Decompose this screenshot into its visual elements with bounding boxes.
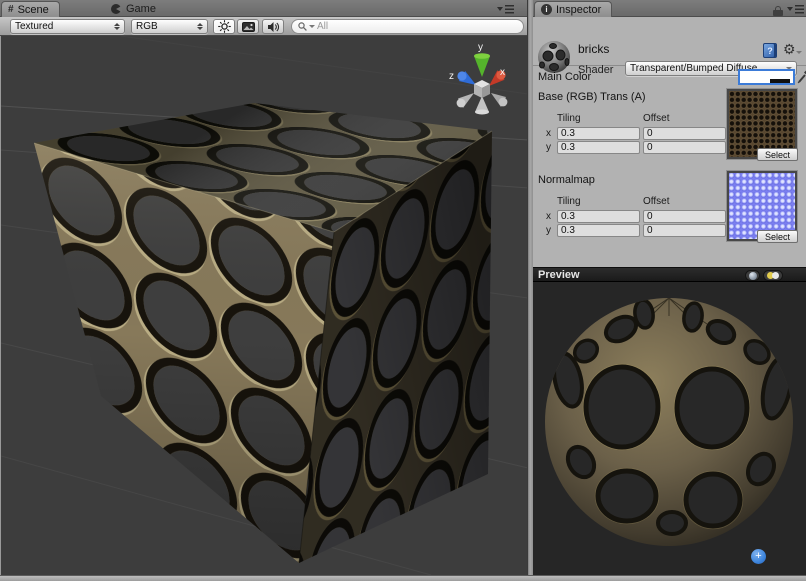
channel-mode-dropdown[interactable]: RGB (131, 19, 208, 34)
speaker-icon (267, 21, 280, 33)
normalmap-select-button[interactable]: Select (757, 230, 798, 243)
scene-tabstrip: # Scene Game (0, 0, 527, 17)
scene-overlay-button[interactable] (237, 19, 259, 34)
normalmap-y-label: y (546, 225, 551, 236)
tab-scene[interactable]: # Scene (1, 1, 60, 17)
window-bottom-edge (0, 575, 806, 581)
sphere-preview-icon (749, 272, 757, 280)
preview-title: Preview (538, 269, 580, 281)
material-header: bricks Shader Transparent/Bumped Diffuse… (533, 17, 806, 66)
normalmap-tiling-header: Tiling (557, 196, 581, 207)
base-tiling-x-field[interactable] (557, 127, 640, 140)
image-icon (242, 22, 255, 32)
base-y-label: y (546, 142, 551, 153)
info-icon: i (541, 4, 552, 15)
add-icon[interactable]: + (751, 549, 766, 564)
updown-arrows-icon (114, 23, 120, 30)
base-offset-x-field[interactable] (643, 127, 726, 140)
base-x-label: x (546, 128, 551, 139)
sun-icon (218, 20, 231, 33)
gear-icon[interactable]: ⚙ (783, 41, 796, 57)
normalmap-section-label: Normalmap (538, 174, 595, 186)
search-icon (298, 22, 307, 31)
preview-header[interactable]: Preview (533, 267, 806, 282)
search-input[interactable] (317, 21, 497, 32)
tab-inspector-label: Inspector (556, 4, 601, 16)
base-section-label: Base (RGB) Trans (A) (538, 91, 646, 103)
tab-game-label: Game (126, 3, 156, 15)
channel-mode-value: RGB (136, 21, 193, 32)
tab-inspector[interactable]: i Inspector (534, 1, 612, 17)
render-mode-value: Textured (15, 21, 110, 32)
scene-toolbar: Textured RGB (0, 17, 527, 36)
base-tiling-y-field[interactable] (557, 141, 640, 154)
scene-3d-view: y z x (1, 36, 527, 575)
scene-cube-object[interactable] (34, 103, 492, 563)
tab-scene-label: Scene (18, 4, 49, 16)
inspector-tabstrip: i Inspector (533, 0, 806, 17)
preview-lighting-button[interactable] (763, 270, 783, 281)
main-color-swatch[interactable] (738, 69, 795, 85)
tab-game[interactable]: Game (104, 1, 166, 17)
normalmap-offset-y-field[interactable] (643, 224, 726, 237)
grid-icon: # (8, 4, 14, 15)
light-white-icon (772, 272, 779, 279)
gizmo-x-label[interactable]: x (500, 67, 505, 78)
scene-panel: # Scene Game Textured RGB (0, 0, 527, 575)
material-name: bricks (578, 42, 609, 56)
gizmo-y-label[interactable]: y (478, 42, 483, 53)
normalmap-offset-header: Offset (643, 196, 670, 207)
scene-viewport[interactable]: y z x (0, 36, 527, 575)
gear-caret-icon (796, 51, 802, 54)
base-tiling-header: Tiling (557, 113, 581, 124)
base-offset-y-field[interactable] (643, 141, 726, 154)
alpha-bar (740, 79, 793, 83)
unity-editor-window: # Scene Game Textured RGB (0, 0, 806, 581)
inspector-panel: i Inspector (533, 0, 806, 575)
scene-panel-menu-icon[interactable] (497, 5, 513, 14)
normalmap-tiling-y-field[interactable] (557, 224, 640, 237)
base-select-button[interactable]: Select (757, 148, 798, 161)
search-filter-caret-icon[interactable] (309, 25, 315, 28)
scene-search-field[interactable] (291, 19, 524, 34)
normalmap-x-label: x (546, 211, 551, 222)
normalmap-offset-x-field[interactable] (643, 210, 726, 223)
preview-mesh-button[interactable] (745, 270, 760, 281)
scene-audio-button[interactable] (262, 19, 284, 34)
material-ball-icon (537, 40, 571, 74)
preview-area[interactable]: + (533, 282, 806, 575)
inspector-panel-menu-icon[interactable] (787, 5, 803, 14)
gizmo-z-label[interactable]: z (449, 71, 454, 82)
preview-sphere-render (533, 282, 806, 575)
eyedropper-icon[interactable] (797, 67, 806, 84)
scene-lighting-button[interactable] (213, 19, 235, 34)
base-offset-header: Offset (643, 113, 670, 124)
normalmap-tiling-x-field[interactable] (557, 210, 640, 223)
lock-icon[interactable] (773, 6, 783, 16)
help-icon[interactable]: ? (763, 43, 777, 58)
render-mode-dropdown[interactable]: Textured (10, 19, 125, 34)
main-color-label: Main Color (538, 71, 591, 83)
updown-arrows-icon (197, 23, 203, 30)
game-icon (110, 3, 122, 15)
scene-gizmo[interactable]: y z x (449, 42, 507, 115)
